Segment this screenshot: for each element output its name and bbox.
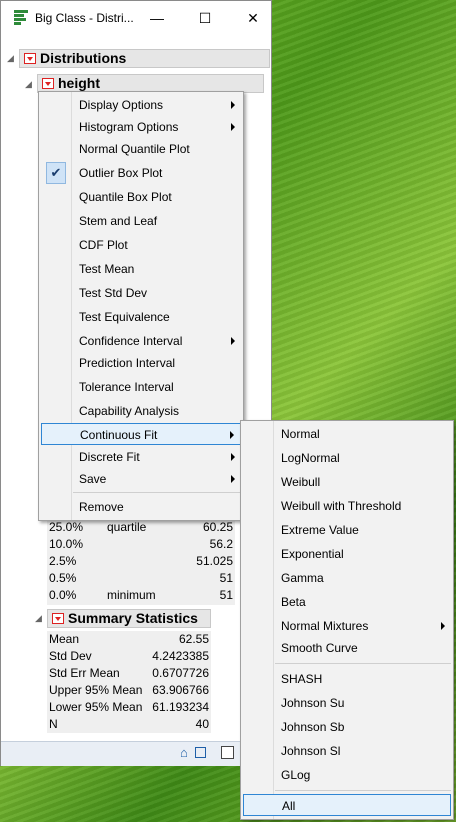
close-button[interactable]: ✕ <box>235 5 271 31</box>
table-row: Mean 62.55 <box>49 632 209 646</box>
submenu-arrow-icon <box>231 101 235 109</box>
menu-item-discrete-fit[interactable]: Discrete Fit <box>39 446 243 468</box>
menu-separator <box>275 663 451 664</box>
summary-statistics-header[interactable]: Summary Statistics <box>47 609 211 628</box>
table-row: 10.0% 56.2 <box>49 537 233 551</box>
title-bar[interactable]: Big Class - Distri... — ☐ ✕ <box>1 1 271 35</box>
submenu-item-normal[interactable]: Normal <box>241 423 453 445</box>
disclosure-triangle-icon[interactable]: ◢ <box>7 53 14 64</box>
quantiles-table: 25.0% quartile 60.25 10.0% 56.2 2.5% 51.… <box>47 519 235 605</box>
red-triangle-menu-icon[interactable] <box>42 78 54 89</box>
table-row: Lower 95% Mean 61.193234 <box>49 700 209 714</box>
menu-item-stem-and-leaf[interactable]: Stem and Leaf <box>39 210 243 232</box>
continuous-fit-submenu: Normal LogNormal Weibull Weibull with Th… <box>240 420 454 820</box>
submenu-item-all[interactable]: All <box>243 794 451 816</box>
status-bar: ⌂ <box>1 741 271 766</box>
table-row: 2.5% 51.025 <box>49 554 233 568</box>
window-list-icon[interactable] <box>221 746 234 759</box>
table-row: N 40 <box>49 717 209 731</box>
height-title: height <box>58 75 100 91</box>
menu-item-histogram-options[interactable]: Histogram Options <box>39 116 243 138</box>
submenu-item-lognormal[interactable]: LogNormal <box>241 447 453 469</box>
menu-item-confidence-interval[interactable]: Confidence Interval <box>39 330 243 352</box>
menu-item-capability-analysis[interactable]: Capability Analysis <box>39 400 243 422</box>
window-title: Big Class - Distri... <box>35 11 134 25</box>
menu-item-cdf-plot[interactable]: CDF Plot <box>39 234 243 256</box>
data-table-icon[interactable] <box>195 747 206 758</box>
jmp-app-icon <box>14 10 28 25</box>
table-row: 0.5% 51 <box>49 571 233 585</box>
submenu-arrow-icon <box>231 453 235 461</box>
submenu-arrow-icon <box>231 123 235 131</box>
menu-item-quantile-box-plot[interactable]: Quantile Box Plot <box>39 186 243 208</box>
submenu-item-glog[interactable]: GLog <box>241 764 453 786</box>
distributions-title: Distributions <box>40 50 127 66</box>
disclosure-triangle-icon[interactable]: ◢ <box>35 613 42 624</box>
submenu-item-johnson-sl[interactable]: Johnson Sl <box>241 740 453 762</box>
distributions-outline-header[interactable]: Distributions <box>19 49 270 68</box>
table-row: Std Dev 4.2423385 <box>49 649 209 663</box>
submenu-item-weibull[interactable]: Weibull <box>241 471 453 493</box>
submenu-item-smooth-curve[interactable]: Smooth Curve <box>241 637 453 659</box>
checkmark-icon: ✔ <box>46 162 66 184</box>
table-row: 25.0% quartile 60.25 <box>49 520 233 534</box>
submenu-item-johnson-sb[interactable]: Johnson Sb <box>241 716 453 738</box>
menu-item-continuous-fit[interactable]: Continuous Fit <box>41 423 241 445</box>
menu-item-display-options[interactable]: Display Options <box>39 94 243 116</box>
red-triangle-popup-menu: Display Options Histogram Options Normal… <box>38 91 244 521</box>
submenu-item-johnson-su[interactable]: Johnson Su <box>241 692 453 714</box>
maximize-button[interactable]: ☐ <box>187 5 223 31</box>
menu-item-test-equivalence[interactable]: Test Equivalence <box>39 306 243 328</box>
submenu-item-extreme-value[interactable]: Extreme Value <box>241 519 453 541</box>
submenu-item-gamma[interactable]: Gamma <box>241 567 453 589</box>
submenu-arrow-icon <box>231 337 235 345</box>
menu-item-prediction-interval[interactable]: Prediction Interval <box>39 352 243 374</box>
menu-item-outlier-box-plot[interactable]: ✔ Outlier Box Plot <box>39 162 243 184</box>
submenu-item-normal-mixtures[interactable]: Normal Mixtures <box>241 615 453 637</box>
disclosure-triangle-icon[interactable]: ◢ <box>25 79 32 90</box>
red-triangle-menu-icon[interactable] <box>52 613 64 624</box>
submenu-item-weibull-with-threshold[interactable]: Weibull with Threshold <box>241 495 453 517</box>
summary-statistics-table: Mean 62.55 Std Dev 4.2423385 Std Err Mea… <box>47 631 211 733</box>
menu-separator <box>275 790 451 791</box>
table-row: 0.0% minimum 51 <box>49 588 233 602</box>
submenu-arrow-icon <box>231 475 235 483</box>
submenu-arrow-icon <box>230 431 234 439</box>
table-row: Std Err Mean 0.6707726 <box>49 666 209 680</box>
menu-separator <box>73 492 241 493</box>
menu-item-tolerance-interval[interactable]: Tolerance Interval <box>39 376 243 398</box>
submenu-item-shash[interactable]: SHASH <box>241 668 453 690</box>
menu-item-test-mean[interactable]: Test Mean <box>39 258 243 280</box>
submenu-item-exponential[interactable]: Exponential <box>241 543 453 565</box>
menu-item-save[interactable]: Save <box>39 468 243 490</box>
home-icon[interactable]: ⌂ <box>180 745 188 760</box>
red-triangle-menu-icon[interactable] <box>24 53 36 64</box>
submenu-item-beta[interactable]: Beta <box>241 591 453 613</box>
table-row: Upper 95% Mean 63.906766 <box>49 683 209 697</box>
summary-statistics-title: Summary Statistics <box>68 610 198 626</box>
minimize-button[interactable]: — <box>139 5 175 31</box>
menu-item-remove[interactable]: Remove <box>39 496 243 518</box>
submenu-arrow-icon <box>441 622 445 630</box>
menu-item-normal-quantile-plot[interactable]: Normal Quantile Plot <box>39 138 243 160</box>
menu-item-test-std-dev[interactable]: Test Std Dev <box>39 282 243 304</box>
